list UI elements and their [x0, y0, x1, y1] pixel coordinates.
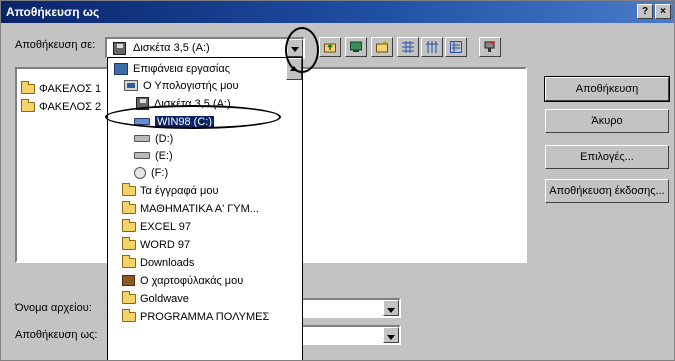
dropdown-item-label: Ο χαρτοφύλακάς μου — [140, 274, 244, 287]
folder-icon — [122, 218, 136, 232]
file-name-dropdown-arrow[interactable] — [383, 300, 399, 316]
tools-button[interactable] — [479, 37, 501, 57]
dropdown-item-excel-97[interactable]: EXCEL 97 — [122, 218, 191, 235]
file-name: ΦΑΚΕΛΟΣ 2 — [39, 101, 102, 113]
cancel-button[interactable]: Άκυρο — [545, 109, 669, 133]
dropdown-item-desktop[interactable]: Επιφάνεια εργασίας — [114, 60, 230, 77]
floppy-icon — [136, 97, 149, 110]
dropdown-item-floppy-a[interactable]: Δισκέτα 3,5 (A:) — [136, 95, 231, 112]
briefcase-icon — [122, 275, 135, 286]
file-name-label: Όνομα αρχείου: — [15, 302, 92, 314]
help-button[interactable]: ? — [637, 4, 653, 19]
dropdown-item-word-97[interactable]: WORD 97 — [122, 236, 190, 253]
up-folder-button[interactable] — [319, 37, 341, 57]
window-title: Αποθήκευση ως — [6, 5, 100, 19]
list-item[interactable]: ΦΑΚΕΛΟΣ 2 — [21, 99, 101, 115]
folder-icon — [122, 182, 136, 196]
save-as-dialog: Αποθήκευση ως ? × Αποθήκευση σε: Δισκέτα… — [0, 0, 675, 361]
dropdown-item-my-computer[interactable]: Ο Υπολογιστής μου — [124, 77, 239, 94]
floppy-icon — [113, 42, 126, 55]
dropdown-item-label: Downloads — [140, 256, 195, 269]
details-view-button[interactable] — [421, 37, 443, 57]
dropdown-item-label: (D:) — [155, 132, 174, 145]
save-in-dropdown-arrow[interactable] — [287, 39, 303, 57]
dropdown-item-label: Ο Υπολογιστής μου — [143, 79, 239, 92]
new-folder-button[interactable] — [371, 37, 393, 57]
dropdown-item-goldwave[interactable]: Goldwave — [122, 290, 189, 307]
dropdown-item-label: WORD 97 — [140, 238, 191, 251]
dropdown-item-label: EXCEL 97 — [140, 220, 191, 233]
dropdown-item-label: Επιφάνεια εργασίας — [133, 62, 231, 75]
folder-icon — [122, 236, 136, 250]
folder-icon — [122, 308, 136, 322]
save-as-type-dropdown-arrow[interactable] — [383, 327, 399, 343]
cd-drive-icon — [134, 166, 146, 179]
file-name: ΦΑΚΕΛΟΣ 1 — [39, 83, 102, 95]
dropdown-item-programma[interactable]: PROGRAMMA ΠΟΛΥΜΕΣ — [122, 308, 269, 325]
list-view-icon — [402, 41, 414, 53]
save-in-value: Δισκέτα 3,5 (A:) — [133, 42, 210, 54]
save-as-type-label: Αποθήκευση ως: — [15, 329, 98, 341]
dropdown-item-label: Goldwave — [140, 292, 189, 305]
dropdown-item-mathimatika[interactable]: ΜΑΘΗΜΑΤΙΚΑ Α' ΓΥΜ... — [122, 200, 259, 217]
dropdown-item-label: PROGRAMMA ΠΟΛΥΜΕΣ — [140, 310, 270, 323]
desktop-icon — [114, 62, 128, 75]
dropdown-item-label: ΜΑΘΗΜΑΤΙΚΑ Α' ΓΥΜ... — [140, 202, 259, 215]
folder-icon — [122, 290, 136, 304]
properties-view-button[interactable] — [445, 37, 467, 57]
desktop-icon — [350, 41, 362, 52]
folder-icon — [21, 81, 35, 94]
dropdown-item-briefcase[interactable]: Ο χαρτοφύλακάς μου — [122, 272, 243, 289]
hard-drive-icon — [134, 118, 150, 125]
save-in-label: Αποθήκευση σε: — [15, 39, 96, 51]
save-button[interactable]: Αποθήκευση — [544, 76, 670, 102]
desktop-button[interactable] — [345, 37, 367, 57]
dropdown-item-drive-c[interactable]: WIN98 (C:) — [134, 113, 214, 130]
computer-icon — [124, 80, 138, 91]
dropdown-scroll-up-button[interactable] — [286, 58, 302, 80]
new-folder-icon — [376, 41, 388, 53]
dropdown-item-label: (F:) — [151, 166, 169, 179]
dropdown-item-drive-d[interactable]: (D:) — [134, 130, 173, 147]
dropdown-item-my-documents[interactable]: Τα έγγραφά μου — [122, 182, 218, 199]
save-in-dropdown-list[interactable]: Επιφάνεια εργασίας Ο Υπολογιστής μου Δισ… — [107, 57, 303, 360]
close-button[interactable]: × — [655, 4, 671, 19]
dropdown-item-label: WIN98 (C:) — [155, 115, 214, 128]
list-item[interactable]: ΦΑΚΕΛΟΣ 1 — [21, 81, 101, 97]
properties-view-icon — [450, 41, 462, 53]
dropdown-item-downloads[interactable]: Downloads — [122, 254, 194, 271]
up-folder-icon — [324, 43, 336, 53]
folder-icon — [21, 99, 35, 112]
dropdown-item-drive-e[interactable]: (E:) — [134, 147, 173, 164]
save-in-combobox[interactable]: Δισκέτα 3,5 (A:) — [105, 37, 305, 59]
folder-icon — [122, 254, 136, 268]
details-view-icon — [426, 41, 438, 53]
dropdown-item-label: Τα έγγραφά μου — [140, 184, 219, 197]
save-version-button[interactable]: Αποθήκευση έκδοσης... — [545, 179, 669, 203]
drive-icon — [134, 135, 150, 142]
options-button[interactable]: Επιλογές... — [545, 145, 669, 169]
dropdown-item-label: Δισκέτα 3,5 (A:) — [154, 97, 231, 110]
dropdown-item-label: (E:) — [155, 149, 173, 162]
dropdown-item-drive-f[interactable]: (F:) — [134, 164, 168, 181]
list-view-button[interactable] — [397, 37, 419, 57]
drive-icon — [134, 152, 150, 159]
folder-icon — [122, 200, 136, 214]
title-bar: Αποθήκευση ως ? × — [1, 1, 674, 23]
tools-icon — [484, 41, 495, 52]
